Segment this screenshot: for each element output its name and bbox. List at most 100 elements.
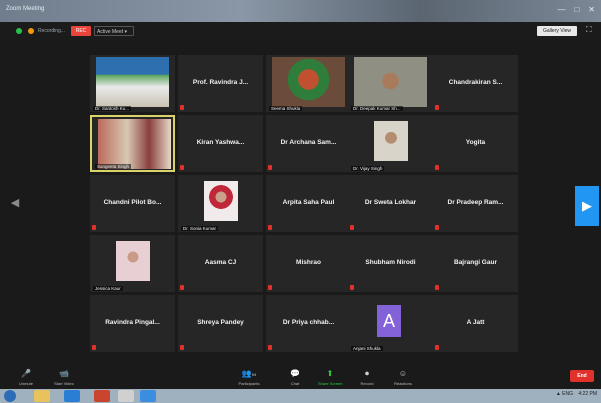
mute-label: Unmute — [18, 381, 33, 386]
record-icon: ⏺ — [365, 369, 369, 378]
chat-button[interactable]: 💬 Chat — [283, 369, 307, 386]
muted-mic-icon — [435, 225, 439, 230]
video-label: Start Video — [54, 381, 74, 386]
muted-mic-icon — [350, 225, 354, 230]
participant-name: Yogita — [465, 139, 486, 146]
participant-tile[interactable]: Seema Shukla — [266, 55, 351, 112]
fullscreen-icon[interactable]: ⛶ — [586, 25, 592, 35]
reactions-icon: ☺ — [398, 369, 408, 378]
participant-tile[interactable]: Prof. Ravindra J... — [178, 55, 263, 112]
participant-tile[interactable]: Dr Archana Sam... — [266, 115, 351, 172]
chat-label: Chat — [290, 381, 300, 386]
participant-tile[interactable]: Ravindra Pingal... — [90, 295, 175, 352]
participant-name: Shubham Nirodi — [365, 259, 416, 266]
participant-caption: Dr. Vijay Singh — [351, 166, 385, 171]
next-page-button[interactable]: ▶ — [575, 186, 599, 226]
participant-name: Prof. Ravindra J... — [192, 79, 249, 86]
gallery-view-button[interactable]: Gallery View — [537, 26, 577, 36]
internet-explorer-icon[interactable] — [64, 390, 80, 402]
media-player-icon[interactable] — [94, 390, 110, 402]
participant-tile[interactable]: Dr. Vijay Singh — [348, 115, 433, 172]
participant-tile[interactable]: Arpita Saha Paul — [266, 175, 351, 232]
windows-taskbar: ▲ ENG 4:22 PM — [0, 389, 601, 403]
participant-tile[interactable]: Jessica Kaur — [90, 235, 175, 292]
participant-avatar: A — [377, 305, 401, 337]
system-tray[interactable]: ▲ ENG — [556, 391, 573, 397]
participant-tile[interactable]: Dr Priya chhab... — [266, 295, 351, 352]
rec-badge[interactable]: REC — [71, 26, 91, 36]
participants-label: Participants — [238, 381, 260, 386]
participant-tile[interactable]: Yogita — [433, 115, 518, 172]
app-window-icon[interactable] — [118, 390, 134, 402]
window-title: Zoom Meeting — [6, 6, 45, 12]
window-controls: — □ ✕ — [557, 5, 595, 14]
muted-mic-icon — [268, 165, 272, 170]
participant-name: Dr Sweta Lokhar — [364, 199, 417, 206]
mute-button[interactable]: 🎤 Unmute — [14, 369, 38, 386]
participant-name: A Jatt — [466, 319, 485, 326]
recording-status-text: Recording... — [38, 28, 65, 34]
camera-icon: 📹 — [59, 369, 69, 378]
reactions-button[interactable]: ☺ Reactions — [391, 369, 415, 386]
meeting-dropdown[interactable]: Active Meet ▾ — [94, 26, 134, 36]
meeting-top-bar: Recording... REC Active Meet ▾ Gallery V… — [0, 22, 601, 40]
start-video-button[interactable]: 📹 Start Video — [52, 369, 76, 386]
participant-name: Mishrao — [296, 259, 321, 266]
participant-video — [374, 121, 408, 161]
participant-caption: Dr. Santosh Ku... — [93, 106, 132, 111]
share-label: Share Screen — [318, 381, 343, 386]
participant-name: Chandrakiran S... — [448, 79, 503, 86]
security-shield-icon[interactable] — [16, 28, 22, 34]
participant-tile[interactable]: Dr Pradeep Ram... — [433, 175, 518, 232]
muted-mic-icon — [435, 285, 439, 290]
participant-tile[interactable]: Shubham Nirodi — [348, 235, 433, 292]
microphone-icon: 🎤 — [21, 369, 31, 378]
participant-name: Dr Archana Sam... — [280, 139, 337, 146]
participant-name: Dr Pradeep Ram... — [447, 199, 504, 206]
gallery-stage: Dr. Santosh Ku... Prof. Ravindra J... Seem… — [0, 40, 601, 365]
minimize-button[interactable]: — — [557, 5, 565, 14]
participant-tile[interactable]: Dr Sweta Lokhar — [348, 175, 433, 232]
participant-video — [204, 181, 238, 221]
muted-mic-icon — [180, 285, 184, 290]
participant-tile[interactable]: Sangeeta Singh — [90, 115, 175, 172]
participant-tile[interactable]: Aasma CJ — [178, 235, 263, 292]
start-button-icon[interactable] — [4, 390, 16, 402]
participant-tile[interactable]: A Jatt — [433, 295, 518, 352]
participant-video — [354, 57, 427, 107]
participant-tile[interactable]: Shreya Pandey — [178, 295, 263, 352]
reactions-label: Reactions — [394, 381, 412, 386]
close-button[interactable]: ✕ — [588, 5, 595, 14]
muted-mic-icon — [180, 165, 184, 170]
participant-tile[interactable]: Kiran Yashwa... — [178, 115, 263, 172]
muted-mic-icon — [180, 105, 184, 110]
participant-name: Bajrangi Gaur — [454, 259, 497, 266]
participant-tile[interactable]: Bajrangi Gaur — [433, 235, 518, 292]
participant-tile[interactable]: Dr. Deepak Kumar Sh... — [348, 55, 433, 112]
end-meeting-button[interactable]: End — [570, 370, 594, 382]
file-explorer-icon[interactable] — [34, 390, 50, 402]
share-screen-icon: ⬆ — [326, 369, 334, 378]
muted-mic-icon — [435, 105, 439, 110]
participant-tile[interactable]: A Anjani Shukla — [348, 295, 433, 352]
share-screen-button[interactable]: ⬆ Share Screen — [318, 369, 342, 386]
participant-tile[interactable]: Mishrao — [266, 235, 351, 292]
participant-name: Dr Priya chhab... — [282, 319, 335, 326]
maximize-button[interactable]: □ — [574, 5, 579, 14]
participants-button[interactable]: 👥94 Participants — [237, 369, 261, 386]
participant-name: Aasma CJ — [204, 259, 237, 266]
record-button[interactable]: ⏺ Record — [355, 369, 379, 386]
participant-tile[interactable]: Chandni Pilot Bo... — [90, 175, 175, 232]
previous-page-arrow[interactable]: ◀ — [10, 196, 20, 212]
participant-name: Kiran Yashwa... — [196, 139, 245, 146]
record-label: Record — [360, 381, 374, 386]
participant-tile[interactable]: Dr. Santosh Ku... — [90, 55, 175, 112]
participant-tile[interactable]: Dr. Sonia Kumar — [178, 175, 263, 232]
participant-name: Arpita Saha Paul — [282, 199, 335, 206]
participant-video — [116, 241, 150, 281]
participants-icon: 👥94 — [241, 369, 257, 378]
participant-tile[interactable]: Chandrakiran S... — [433, 55, 518, 112]
participant-video — [96, 57, 169, 107]
zoom-app-icon[interactable] — [140, 390, 156, 402]
meeting-toolbar: 🎤 Unmute 📹 Start Video 👥94 Participants … — [0, 365, 601, 389]
